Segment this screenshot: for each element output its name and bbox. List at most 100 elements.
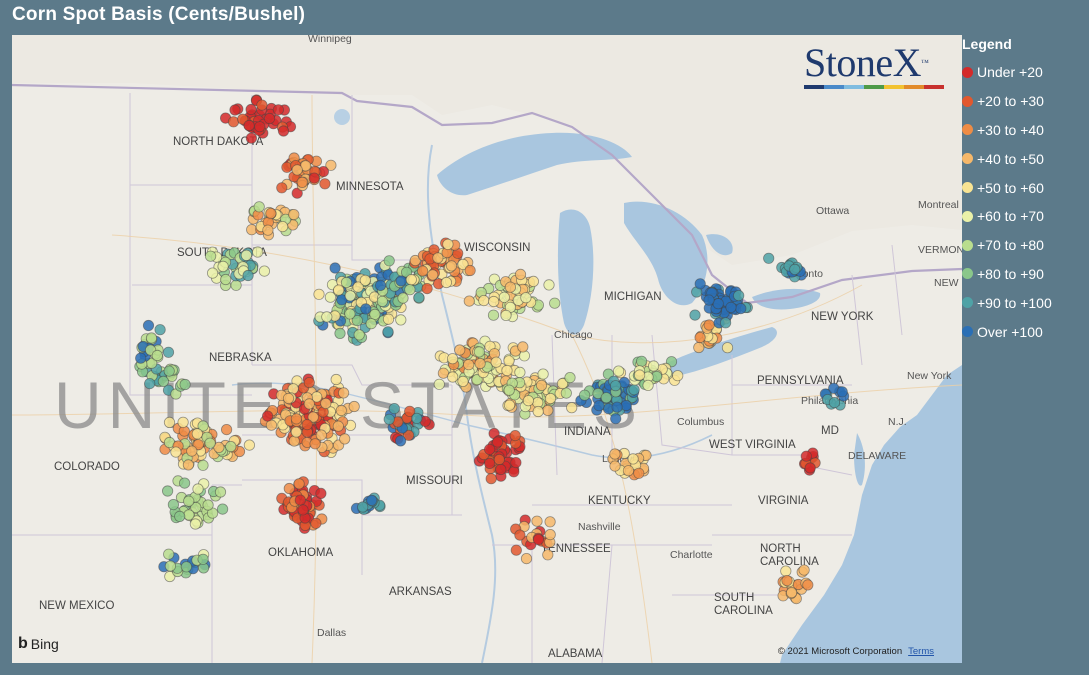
basis-dot[interactable] [243, 439, 255, 451]
basis-dot[interactable] [578, 389, 591, 401]
basis-dot[interactable] [609, 448, 621, 460]
basis-dot[interactable] [180, 561, 192, 573]
basis-dot[interactable] [763, 252, 775, 264]
basis-dot[interactable] [836, 386, 848, 398]
basis-dot[interactable] [395, 314, 407, 326]
basis-dot[interactable] [503, 399, 516, 411]
basis-dot[interactable] [503, 355, 515, 367]
basis-dot[interactable] [397, 292, 409, 304]
basis-dot[interactable] [493, 453, 505, 466]
basis-dot[interactable] [628, 384, 640, 396]
basis-dot[interactable] [495, 463, 507, 476]
bing-attribution[interactable]: b Bing [18, 635, 59, 653]
basis-dot[interactable] [167, 498, 179, 511]
basis-dot[interactable] [500, 309, 512, 321]
basis-dot[interactable] [177, 416, 189, 428]
basis-dot[interactable] [204, 437, 216, 449]
basis-dot[interactable] [262, 410, 274, 422]
basis-dot[interactable] [437, 367, 449, 379]
basis-dot[interactable] [334, 327, 346, 339]
basis-dot[interactable] [432, 252, 444, 264]
basis-dot[interactable] [447, 371, 459, 383]
basis-dot[interactable] [324, 291, 336, 303]
basis-dot[interactable] [611, 401, 623, 413]
basis-dot[interactable] [789, 263, 801, 275]
basis-dot[interactable] [151, 349, 163, 362]
basis-dot[interactable] [179, 477, 191, 489]
basis-dot[interactable] [488, 295, 500, 308]
basis-dot[interactable] [416, 265, 429, 277]
basis-dot[interactable] [357, 501, 369, 513]
basis-dot[interactable] [154, 324, 166, 336]
basis-dot[interactable] [243, 119, 255, 132]
basis-dot[interactable] [135, 352, 147, 364]
basis-dot[interactable] [514, 366, 526, 378]
basis-dot[interactable] [463, 359, 475, 371]
basis-dot[interactable] [405, 274, 417, 286]
basis-dot[interactable] [340, 276, 353, 289]
basis-dot[interactable] [440, 276, 452, 289]
terms-link[interactable]: Terms [908, 646, 934, 657]
basis-dot[interactable] [593, 400, 605, 412]
basis-dot[interactable] [735, 302, 747, 315]
basis-dot[interactable] [725, 301, 737, 313]
basis-dot[interactable] [182, 459, 194, 471]
basis-dot[interactable] [308, 172, 320, 184]
basis-dot[interactable] [383, 413, 395, 425]
basis-dot[interactable] [622, 465, 635, 477]
basis-dot[interactable] [689, 309, 701, 321]
basis-dot[interactable] [672, 370, 684, 382]
basis-dot[interactable] [296, 176, 308, 188]
basis-dot[interactable] [457, 375, 469, 387]
basis-dot[interactable] [320, 397, 332, 409]
basis-dot[interactable] [256, 99, 268, 111]
basis-dot[interactable] [192, 483, 204, 495]
basis-dot[interactable] [633, 467, 645, 479]
basis-dot[interactable] [635, 355, 648, 367]
basis-dot[interactable] [283, 482, 295, 495]
basis-dot[interactable] [189, 518, 201, 530]
basis-dot[interactable] [382, 313, 395, 325]
basis-dot[interactable] [620, 399, 632, 412]
basis-dot[interactable] [473, 346, 485, 358]
basis-dot[interactable] [344, 290, 356, 302]
basis-dot[interactable] [374, 279, 387, 291]
basis-dot[interactable] [290, 426, 302, 438]
basis-dot[interactable] [329, 262, 341, 274]
basis-dot[interactable] [503, 384, 515, 396]
basis-dot[interactable] [265, 207, 277, 219]
basis-dot[interactable] [179, 378, 191, 391]
basis-dot[interactable] [504, 281, 516, 293]
basis-dot[interactable] [297, 504, 309, 516]
basis-dot[interactable] [333, 284, 345, 296]
basis-dot[interactable] [527, 275, 540, 287]
basis-dot[interactable] [162, 485, 174, 497]
basis-dot[interactable] [186, 445, 198, 457]
basis-dot[interactable] [360, 303, 372, 315]
basis-dot[interactable] [498, 291, 510, 303]
basis-dot[interactable] [202, 499, 214, 511]
basis-dot[interactable] [633, 369, 646, 381]
basis-dot[interactable] [510, 544, 522, 556]
basis-dot[interactable] [252, 246, 264, 258]
legend-item[interactable]: +30 to +40 [962, 116, 1087, 145]
basis-dot[interactable] [804, 462, 816, 474]
basis-dot[interactable] [309, 438, 321, 450]
basis-dot[interactable] [335, 404, 347, 417]
basis-dot[interactable] [330, 373, 342, 386]
basis-dot[interactable] [490, 356, 502, 368]
basis-dot[interactable] [427, 269, 439, 281]
basis-dot[interactable] [383, 255, 395, 267]
basis-dot[interactable] [290, 413, 302, 425]
basis-dot[interactable] [145, 332, 158, 344]
basis-dot[interactable] [293, 478, 305, 490]
legend-item[interactable]: +20 to +30 [962, 87, 1087, 116]
basis-dot[interactable] [703, 319, 715, 331]
basis-dot[interactable] [365, 318, 377, 330]
basis-dot[interactable] [522, 395, 535, 407]
basis-dot[interactable] [828, 396, 841, 409]
basis-dot[interactable] [162, 346, 175, 358]
basis-dot[interactable] [544, 516, 556, 528]
basis-dot[interactable] [517, 341, 529, 353]
basis-dot[interactable] [376, 295, 388, 307]
